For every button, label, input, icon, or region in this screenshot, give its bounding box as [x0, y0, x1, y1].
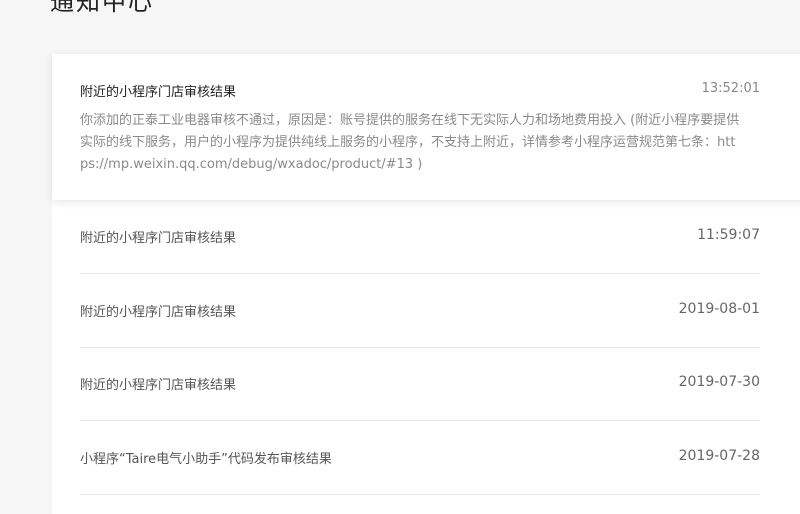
message-time: 13:52:01: [701, 81, 760, 96]
page-title: 通知中心: [50, 0, 154, 16]
message-item[interactable]: 附近的小程序门店审核结果 2019-07-30: [80, 347, 760, 421]
message-time: 2019-07-28: [678, 448, 760, 464]
message-title: 附近的小程序门店审核结果: [80, 378, 237, 393]
message-time: 2019-07-30: [678, 374, 760, 390]
message-item[interactable]: 附近的小程序门店审核结果 2019-08-01: [80, 274, 760, 348]
message-title: 附近的小程序门店审核结果: [80, 85, 237, 100]
message-time: 11:59:07: [697, 227, 760, 243]
message-item[interactable]: 附近的小程序门店审核结果 11:59:07: [80, 200, 760, 274]
message-item-expanded[interactable]: 附近的小程序门店审核结果 13:52:01 你添加的正泰工业电器审核不通过，原因…: [52, 54, 800, 200]
notification-center-page: 通知中心 附近的小程序门店审核结果 13:52:01 你添加的正泰工业电器审核不…: [0, 0, 800, 514]
message-title: 附近的小程序门店审核结果: [80, 231, 237, 246]
message-time: 2019-08-01: [678, 301, 760, 317]
message-title: 小程序“Taire电气小助手”代码发布审核结果: [80, 452, 332, 467]
message-title: 附近的小程序门店审核结果: [80, 305, 237, 320]
message-list: 附近的小程序门店审核结果 13:52:01 你添加的正泰工业电器审核不通过，原因…: [52, 54, 800, 514]
message-item[interactable]: 小程序“Taire电气小助手”代码发布审核结果 2019-07-28: [80, 421, 760, 495]
message-content: 你添加的正泰工业电器审核不通过，原因是：账号提供的服务在线下无实际人力和场地费用…: [80, 113, 740, 172]
